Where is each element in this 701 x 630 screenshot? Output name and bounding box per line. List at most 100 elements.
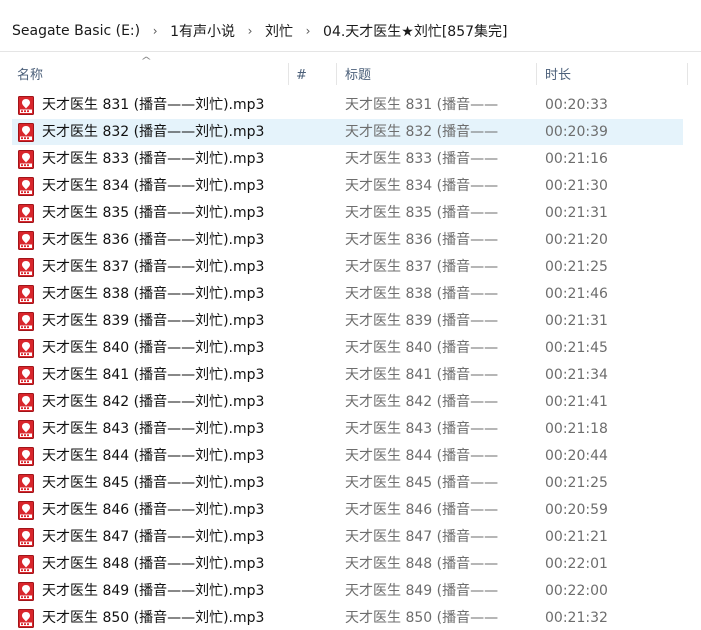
column-divider[interactable] xyxy=(536,63,537,85)
column-divider[interactable] xyxy=(687,63,688,85)
file-duration: 00:21:21 xyxy=(545,529,608,545)
file-title: 天才医生 834 (播音—— xyxy=(345,178,499,194)
file-title: 天才医生 836 (播音—— xyxy=(345,232,499,248)
file-title: 天才医生 843 (播音—— xyxy=(345,421,499,437)
file-duration: 00:21:25 xyxy=(545,259,608,275)
file-title: 天才医生 835 (播音—— xyxy=(345,205,499,221)
file-title: 天才医生 844 (播音—— xyxy=(345,448,499,464)
mp3-file-icon xyxy=(18,474,34,493)
file-duration: 00:21:31 xyxy=(545,313,608,329)
column-divider[interactable] xyxy=(288,63,289,85)
file-row[interactable]: 天才医生 833 (播音——刘忙).mp3 天才医生 833 (播音—— 00:… xyxy=(12,146,683,172)
mp3-file-icon xyxy=(18,447,34,466)
mp3-file-icon xyxy=(18,366,34,385)
column-header-duration[interactable]: 时长 xyxy=(545,55,571,91)
file-duration: 00:21:16 xyxy=(545,151,608,167)
file-row[interactable]: 天才医生 845 (播音——刘忙).mp3 天才医生 845 (播音—— 00:… xyxy=(12,470,683,496)
file-name[interactable]: 天才医生 849 (播音——刘忙).mp3 xyxy=(42,578,264,604)
file-name[interactable]: 天才医生 850 (播音——刘忙).mp3 xyxy=(42,605,264,630)
file-title: 天才医生 840 (播音—— xyxy=(345,340,499,356)
breadcrumb-drive[interactable]: Seagate Basic (E:) xyxy=(10,23,142,39)
file-name[interactable]: 天才医生 847 (播音——刘忙).mp3 xyxy=(42,524,264,550)
file-duration: 00:21:45 xyxy=(545,340,608,356)
file-title: 天才医生 848 (播音—— xyxy=(345,556,499,572)
file-row[interactable]: 天才医生 841 (播音——刘忙).mp3 天才医生 841 (播音—— 00:… xyxy=(12,362,683,388)
file-row[interactable]: 天才医生 849 (播音——刘忙).mp3 天才医生 849 (播音—— 00:… xyxy=(12,578,683,604)
file-duration: 00:21:30 xyxy=(545,178,608,194)
file-row[interactable]: 天才医生 836 (播音——刘忙).mp3 天才医生 836 (播音—— 00:… xyxy=(12,227,683,253)
mp3-file-icon xyxy=(18,339,34,358)
file-name[interactable]: 天才医生 845 (播音——刘忙).mp3 xyxy=(42,470,264,496)
mp3-file-icon xyxy=(18,555,34,574)
window-top-strip xyxy=(0,0,701,10)
file-name[interactable]: 天才医生 842 (播音——刘忙).mp3 xyxy=(42,389,264,415)
file-name[interactable]: 天才医生 832 (播音——刘忙).mp3 xyxy=(42,119,264,145)
breadcrumb-chevron-icon[interactable]: › xyxy=(237,24,263,38)
file-duration: 00:21:32 xyxy=(545,610,608,626)
file-name[interactable]: 天才医生 848 (播音——刘忙).mp3 xyxy=(42,551,264,577)
file-name[interactable]: 天才医生 839 (播音——刘忙).mp3 xyxy=(42,308,264,334)
file-duration: 00:21:20 xyxy=(545,232,608,248)
column-header-name[interactable]: 名称 xyxy=(17,55,43,91)
breadcrumb-chevron-icon[interactable]: › xyxy=(295,24,321,38)
file-name[interactable]: 天才医生 846 (播音——刘忙).mp3 xyxy=(42,497,264,523)
file-name[interactable]: 天才医生 844 (播音——刘忙).mp3 xyxy=(42,443,264,469)
file-explorer-window: Seagate Basic (E:) › 1有声小说 › 刘忙 › 04.天才医… xyxy=(0,0,701,630)
file-name[interactable]: 天才医生 834 (播音——刘忙).mp3 xyxy=(42,173,264,199)
mp3-file-icon xyxy=(18,501,34,520)
file-title: 天才医生 837 (播音—— xyxy=(345,259,499,275)
file-name[interactable]: 天才医生 838 (播音——刘忙).mp3 xyxy=(42,281,264,307)
mp3-file-icon xyxy=(18,231,34,250)
column-header-title[interactable]: 标题 xyxy=(345,55,371,91)
breadcrumb-folder-current[interactable]: 04.天才医生★刘忙[857集完] xyxy=(321,21,509,41)
column-header-row: 名称 # 标题 时长 xyxy=(0,55,701,91)
mp3-file-icon xyxy=(18,582,34,601)
file-row[interactable]: 天才医生 831 (播音——刘忙).mp3 天才医生 831 (播音—— 00:… xyxy=(12,92,683,118)
file-row[interactable]: 天才医生 840 (播音——刘忙).mp3 天才医生 840 (播音—— 00:… xyxy=(12,335,683,361)
file-title: 天才医生 847 (播音—— xyxy=(345,529,499,545)
file-title: 天才医生 831 (播音—— xyxy=(345,97,499,113)
file-row[interactable]: 天才医生 835 (播音——刘忙).mp3 天才医生 835 (播音—— 00:… xyxy=(12,200,683,226)
file-name[interactable]: 天才医生 841 (播音——刘忙).mp3 xyxy=(42,362,264,388)
file-name[interactable]: 天才医生 840 (播音——刘忙).mp3 xyxy=(42,335,264,361)
file-row[interactable]: 天才医生 839 (播音——刘忙).mp3 天才医生 839 (播音—— 00:… xyxy=(12,308,683,334)
file-name[interactable]: 天才医生 837 (播音——刘忙).mp3 xyxy=(42,254,264,280)
file-row[interactable]: 天才医生 832 (播音——刘忙).mp3 天才医生 832 (播音—— 00:… xyxy=(12,119,683,145)
address-bar[interactable]: Seagate Basic (E:) › 1有声小说 › 刘忙 › 04.天才医… xyxy=(0,10,701,52)
file-duration: 00:21:41 xyxy=(545,394,608,410)
file-title: 天才医生 850 (播音—— xyxy=(345,610,499,626)
file-name[interactable]: 天才医生 833 (播音——刘忙).mp3 xyxy=(42,146,264,172)
file-row[interactable]: 天才医生 842 (播音——刘忙).mp3 天才医生 842 (播音—— 00:… xyxy=(12,389,683,415)
mp3-file-icon xyxy=(18,204,34,223)
file-row[interactable]: 天才医生 844 (播音——刘忙).mp3 天才医生 844 (播音—— 00:… xyxy=(12,443,683,469)
breadcrumb-folder-narrator[interactable]: 刘忙 xyxy=(263,21,295,41)
file-name[interactable]: 天才医生 836 (播音——刘忙).mp3 xyxy=(42,227,264,253)
mp3-file-icon xyxy=(18,177,34,196)
mp3-file-icon xyxy=(18,528,34,547)
file-row[interactable]: 天才医生 847 (播音——刘忙).mp3 天才医生 847 (播音—— 00:… xyxy=(12,524,683,550)
mp3-file-icon xyxy=(18,285,34,304)
mp3-file-icon xyxy=(18,312,34,331)
file-name[interactable]: 天才医生 835 (播音——刘忙).mp3 xyxy=(42,200,264,226)
mp3-file-icon xyxy=(18,150,34,169)
file-row[interactable]: 天才医生 837 (播音——刘忙).mp3 天才医生 837 (播音—— 00:… xyxy=(12,254,683,280)
column-divider[interactable] xyxy=(336,63,337,85)
file-duration: 00:21:46 xyxy=(545,286,608,302)
file-duration: 00:20:33 xyxy=(545,97,608,113)
mp3-file-icon xyxy=(18,123,34,142)
file-row[interactable]: 天才医生 848 (播音——刘忙).mp3 天才医生 848 (播音—— 00:… xyxy=(12,551,683,577)
file-row[interactable]: 天才医生 838 (播音——刘忙).mp3 天才医生 838 (播音—— 00:… xyxy=(12,281,683,307)
breadcrumb-chevron-icon[interactable]: › xyxy=(142,24,168,38)
file-row[interactable]: 天才医生 843 (播音——刘忙).mp3 天才医生 843 (播音—— 00:… xyxy=(12,416,683,442)
file-duration: 00:21:18 xyxy=(545,421,608,437)
column-header-number[interactable]: # xyxy=(296,55,307,91)
file-row[interactable]: 天才医生 834 (播音——刘忙).mp3 天才医生 834 (播音—— 00:… xyxy=(12,173,683,199)
file-title: 天才医生 849 (播音—— xyxy=(345,583,499,599)
file-title: 天才医生 841 (播音—— xyxy=(345,367,499,383)
breadcrumb-folder-novels[interactable]: 1有声小说 xyxy=(168,21,237,41)
file-row[interactable]: 天才医生 850 (播音——刘忙).mp3 天才医生 850 (播音—— 00:… xyxy=(12,605,683,630)
file-name[interactable]: 天才医生 843 (播音——刘忙).mp3 xyxy=(42,416,264,442)
file-row[interactable]: 天才医生 846 (播音——刘忙).mp3 天才医生 846 (播音—— 00:… xyxy=(12,497,683,523)
file-duration: 00:20:59 xyxy=(545,502,608,518)
file-name[interactable]: 天才医生 831 (播音——刘忙).mp3 xyxy=(42,92,264,118)
